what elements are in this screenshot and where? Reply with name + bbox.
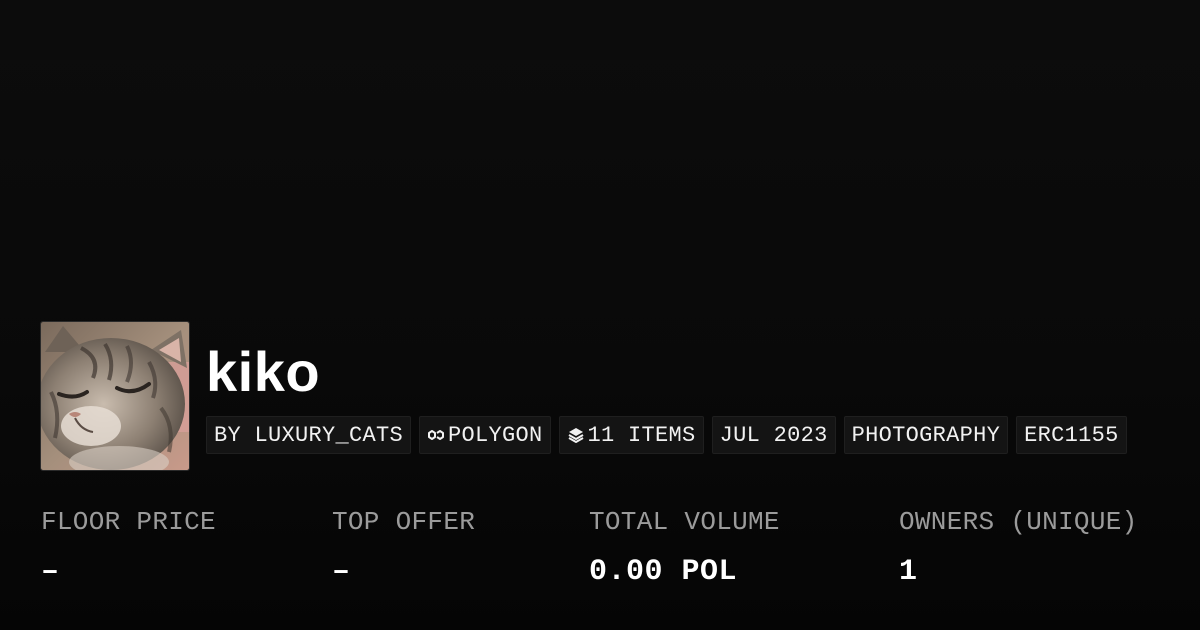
collection-stats: FLOOR PRICE – TOP OFFER – TOTAL VOLUME 0…	[0, 506, 1200, 606]
chip-items[interactable]: 11 ITEMS	[558, 416, 704, 454]
stat-value: –	[41, 555, 60, 589]
collection-title: kiko	[206, 340, 321, 403]
stat-value: 1	[899, 555, 918, 589]
chip-date: JUL 2023	[711, 416, 836, 454]
chip-category[interactable]: PHOTOGRAPHY	[843, 416, 1009, 454]
chip-standard: ERC1155	[1016, 416, 1127, 454]
stat-top-offer: TOP OFFER –	[332, 506, 475, 590]
chip-category-label: PHOTOGRAPHY	[851, 422, 1001, 448]
og-card: kiko BY LUXURY_CATS POLYGON 11 ITEMS JUL…	[0, 0, 1200, 630]
stat-label: FLOOR PRICE	[41, 507, 216, 537]
cat-photo-icon	[41, 322, 189, 470]
stat-label: TOTAL VOLUME	[589, 507, 780, 537]
stat-owners: OWNERS (UNIQUE) 1	[899, 506, 1138, 590]
chip-items-label: 11 ITEMS	[587, 422, 696, 448]
chip-creator[interactable]: BY LUXURY_CATS	[206, 416, 412, 454]
collection-meta-chips: BY LUXURY_CATS POLYGON 11 ITEMS JUL 2023…	[206, 416, 1127, 454]
stat-total-volume: TOTAL VOLUME 0.00 POL	[589, 506, 780, 590]
stat-label: OWNERS (UNIQUE)	[899, 507, 1138, 537]
layers-icon	[567, 426, 585, 444]
chip-creator-label: BY LUXURY_CATS	[214, 422, 404, 448]
stat-floor-price: FLOOR PRICE –	[41, 506, 216, 590]
collection-avatar	[40, 321, 190, 471]
stat-value: 0.00 POL	[589, 555, 738, 589]
polygon-icon	[427, 426, 445, 444]
chip-standard-label: ERC1155	[1024, 422, 1119, 448]
stat-value: –	[332, 555, 351, 589]
chip-date-label: JUL 2023	[719, 422, 828, 448]
stat-label: TOP OFFER	[332, 507, 476, 537]
chip-chain-label: POLYGON	[448, 422, 543, 448]
chip-chain[interactable]: POLYGON	[419, 416, 551, 454]
